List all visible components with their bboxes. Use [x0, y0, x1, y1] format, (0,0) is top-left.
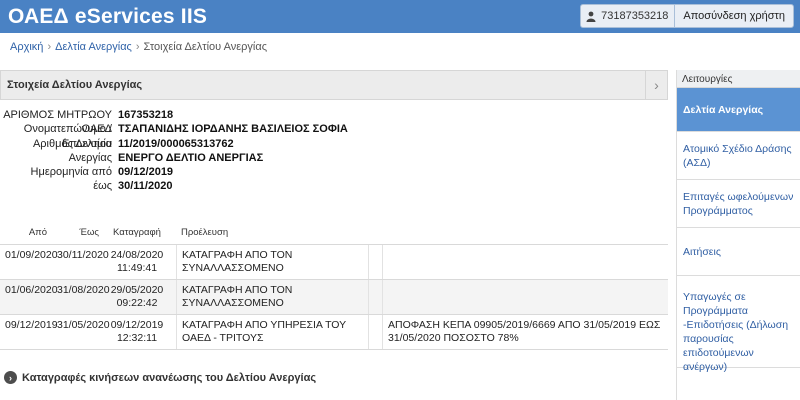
- detail-row-card: Αριθμός Δελτίου Ανεργίας 11/2019/0000653…: [0, 137, 348, 164]
- card-details: ΑΡΙΘΜΟΣ ΜΗΤΡΩΟΥ ΟΑΕΔ 167353218 Ονοματεπώ…: [0, 108, 348, 194]
- chevron-right-icon[interactable]: ›: [645, 71, 667, 99]
- table-row: 01/06/2020 31/08/2020 29/05/2020 09:22:42…: [0, 279, 668, 314]
- detail-row-from: Ημερομηνία από 09/12/2019: [0, 165, 348, 179]
- cell-origin: ΚΑΤΑΓΡΑΦΗ ΑΠΟ ΥΠΗΡΕΣΙΑ ΤΟΥ ΟΑΕΔ - ΤΡΙΤΟΥ…: [176, 315, 368, 349]
- user-id: 73187353218: [601, 10, 669, 22]
- renewal-movements-label: Καταγραφές κινήσεων ανανέωσης του Δελτίο…: [22, 371, 317, 384]
- column-header-from: Από: [28, 226, 47, 238]
- cell-recorded-date: 24/08/2020: [110, 249, 164, 261]
- sidebar-item-label: Αιτήσεις: [683, 245, 721, 258]
- date-to-value: 30/11/2020: [118, 180, 173, 193]
- breadcrumb-current: Στοιχεία Δελτίου Ανεργίας: [143, 41, 268, 53]
- table-row: 09/12/2019 31/05/2020 09/12/2019 12:32:11…: [0, 314, 668, 349]
- sidebar-item-action-plan[interactable]: Ατομικό Σχέδιο Δράσης (ΑΣΔ): [677, 132, 800, 180]
- sidebar-item-label: Δελτία Ανεργίας: [683, 103, 764, 116]
- column-header-origin: Προέλευση: [181, 226, 229, 238]
- table-bottom-border: [0, 349, 668, 350]
- registry-value: 167353218: [118, 109, 174, 121]
- table-header: Από Έως Καταγραφή Προέλευση: [0, 220, 668, 244]
- breadcrumb-separator: ›: [47, 41, 52, 53]
- functions-sidebar: Λειτουργίες Δελτία Ανεργίας Ατομικό Σχέδ…: [676, 70, 800, 400]
- cell-recorded: 09/12/2019 12:32:11: [104, 315, 170, 349]
- cell-origin: ΚΑΤΑΓΡΑΦΗ ΑΠΟ ΤΟΝ ΣΥΝΑΛΛΑΣΣΟΜΕΝΟ: [176, 280, 368, 314]
- cell-from: 09/12/2019: [5, 319, 58, 331]
- sidebar-item-label: Ατομικό Σχέδιο Δράσης (ΑΣΔ): [683, 142, 792, 169]
- user-box: 73187353218 Αποσύνδεση χρήστη: [580, 4, 794, 28]
- cell-recorded-date: 29/05/2020: [110, 284, 164, 296]
- breadcrumb-separator: ›: [135, 41, 140, 53]
- cell-spacer: [368, 315, 382, 349]
- table-row: 01/09/2020 30/11/2020 24/08/2020 11:49:41…: [0, 244, 668, 279]
- cell-recorded: 29/05/2020 09:22:42: [104, 280, 170, 314]
- sidebar-item-label: Επιταγές ωφελούμενων Προγράμματος: [683, 190, 794, 217]
- card-number-label: Αριθμός Δελτίου Ανεργίας: [32, 137, 112, 164]
- logout-button[interactable]: Αποσύνδεση χρήστη: [675, 5, 793, 27]
- date-to-label: έως: [93, 180, 112, 193]
- column-header-to: Έως: [79, 226, 99, 238]
- user-icon: [586, 11, 596, 22]
- registry-label: ΑΡΙΘΜΟΣ ΜΗΤΡΩΟΥ ΟΑΕΔ: [3, 109, 112, 136]
- app-title[interactable]: ΟΑΕΔ eServices IIS: [8, 5, 207, 29]
- cell-recorded: 24/08/2020 11:49:41: [104, 245, 170, 279]
- cell-spacer: [368, 280, 382, 314]
- renewals-table: Από Έως Καταγραφή Προέλευση 01/09/2020 3…: [0, 220, 668, 350]
- sidebar-item-label: Υπαγωγές σε Προγράμματα -Επιδοτήσεις (Δή…: [683, 291, 789, 373]
- panel-header: Στοιχεία Δελτίου Ανεργίας ›: [0, 70, 668, 100]
- cell-note: [382, 245, 668, 279]
- sidebar-item-unemployment-cards[interactable]: Δελτία Ανεργίας: [677, 88, 800, 132]
- cell-recorded-time: 12:32:11: [116, 332, 158, 344]
- cell-to: 31/05/2020: [57, 319, 110, 331]
- cell-to: 30/11/2020: [57, 249, 109, 261]
- cell-from: 01/09/2020: [5, 249, 58, 261]
- renewal-movements-toggle[interactable]: › Καταγραφές κινήσεων ανανέωσης του Δελτ…: [4, 371, 316, 384]
- user-account[interactable]: 73187353218: [581, 5, 676, 27]
- name-label: Ονοματεπώνυμο / Επωνυμία: [23, 123, 112, 150]
- sidebar-item-program-enrolments[interactable]: Υπαγωγές σε Προγράμματα -Επιδοτήσεις (Δή…: [677, 276, 800, 373]
- cell-recorded-date: 09/12/2019: [110, 319, 164, 331]
- breadcrumb-home[interactable]: Αρχική: [10, 41, 43, 53]
- detail-row-to: έως 30/11/2020: [0, 179, 348, 193]
- cell-note: [382, 280, 668, 314]
- column-header-recorded: Καταγραφή: [113, 226, 161, 238]
- detail-row-registry: ΑΡΙΘΜΟΣ ΜΗΤΡΩΟΥ ΟΑΕΔ 167353218: [0, 108, 348, 136]
- cell-from: 01/06/2020: [5, 284, 58, 296]
- detail-row-status: ΕΝΕΡΓΟ ΔΕΛΤΙΟ ΑΝΕΡΓΙΑΣ: [0, 151, 348, 165]
- date-from-label: Ημερομηνία από: [30, 166, 112, 179]
- card-number-value: 11/2019/000065313762: [118, 137, 234, 150]
- top-bar: ΟΑΕΔ eServices IIS 73187353218 Αποσύνδεσ…: [0, 0, 800, 33]
- panel-title: Στοιχεία Δελτίου Ανεργίας: [7, 79, 143, 91]
- breadcrumb-unemployment-cards[interactable]: Δελτία Ανεργίας: [55, 41, 132, 53]
- cell-spacer: [368, 245, 382, 279]
- cell-origin: ΚΑΤΑΓΡΑΦΗ ΑΠΟ ΤΟΝ ΣΥΝΑΛΛΑΣΣΟΜΕΝΟ: [176, 245, 368, 279]
- cell-note: ΑΠΟΦΑΣΗ ΚΕΠΑ 09905/2019/6669 ΑΠΟ 31/05/2…: [382, 315, 668, 349]
- card-details-panel: Στοιχεία Δελτίου Ανεργίας › ΑΡΙΘΜΟΣ ΜΗΤΡ…: [0, 70, 668, 400]
- cell-recorded-time: 11:49:41: [116, 262, 158, 274]
- sidebar-item-applications[interactable]: Αιτήσεις: [677, 228, 800, 276]
- status-label-spacer: [0, 151, 118, 165]
- chevron-right-circle-icon: ›: [4, 371, 17, 384]
- cell-to: 31/08/2020: [57, 284, 110, 296]
- sidebar-item-beneficiary-checks[interactable]: Επιταγές ωφελούμενων Προγράμματος: [677, 180, 800, 228]
- breadcrumb: Αρχική › Δελτία Ανεργίας › Στοιχεία Δελτίου …: [10, 41, 267, 53]
- sidebar-title: Λειτουργίες: [677, 70, 800, 88]
- name-value: ΤΣΑΠΑΝΙΔΗΣ ΙΟΡΔΑΝΗΣ ΒΑΣΙΛΕΙΟΣ ΣΟΦΙΑ: [118, 123, 348, 136]
- detail-row-name: Ονοματεπώνυμο / Επωνυμία ΤΣΑΠΑΝΙΔΗΣ ΙΟΡΔ…: [0, 122, 348, 150]
- date-from-value: 09/12/2019: [118, 166, 174, 179]
- card-status-value: ΕΝΕΡΓΟ ΔΕΛΤΙΟ ΑΝΕΡΓΙΑΣ: [118, 151, 264, 164]
- cell-recorded-time: 09:22:42: [116, 297, 158, 309]
